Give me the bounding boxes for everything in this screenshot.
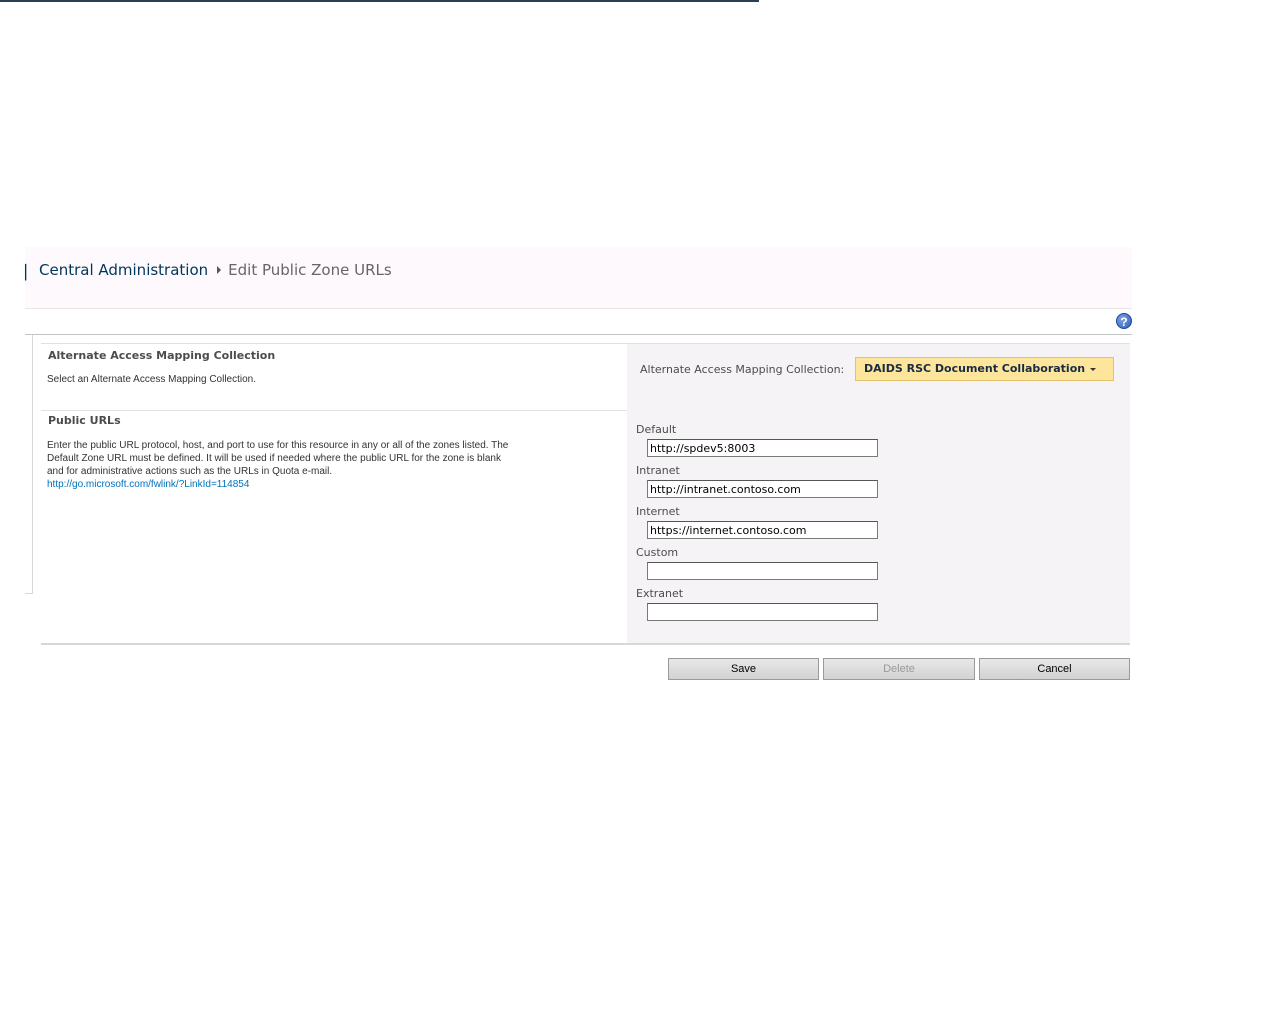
- save-button[interactable]: Save: [668, 658, 819, 680]
- internet-zone-url-input[interactable]: [647, 521, 878, 539]
- collection-selector-dropdown[interactable]: DAIDS RSC Document Collaboration: [855, 357, 1114, 381]
- help-icon[interactable]: ?: [1116, 313, 1132, 329]
- breadcrumb-central-administration-link[interactable]: Central Administration: [39, 261, 208, 279]
- collection-section: Alternate Access Mapping Collection Sele…: [41, 343, 1130, 411]
- collection-section-controls: Alternate Access Mapping Collection: DAI…: [627, 344, 1130, 410]
- public-urls-section-title: Public URLs: [48, 414, 121, 427]
- default-zone-url-input[interactable]: [647, 439, 878, 457]
- public-urls-description: Enter the public URL protocol, host, and…: [47, 439, 517, 491]
- breadcrumb: Central Administration Edit Public Zone U…: [39, 261, 392, 279]
- zone-label-default: Default: [636, 423, 677, 436]
- page-title-band: ▏ Central Administration Edit Public Zone…: [25, 247, 1132, 309]
- collection-section-title: Alternate Access Mapping Collection: [48, 349, 276, 362]
- zone-label-internet: Internet: [636, 505, 680, 518]
- left-edge-glyph: ▏: [25, 265, 36, 281]
- collection-field-label: Alternate Access Mapping Collection:: [640, 363, 845, 376]
- public-urls-description-text: Enter the public URL protocol, host, and…: [47, 440, 509, 477]
- public-urls-section: Public URLs Enter the public URL protoco…: [41, 410, 1130, 643]
- top-border-line: [0, 0, 759, 2]
- public-urls-description-area: Public URLs Enter the public URL protoco…: [41, 410, 627, 643]
- form-bottom-divider: [41, 643, 1130, 645]
- left-nav-border-end: [25, 593, 33, 594]
- breadcrumb-arrow-icon: [217, 266, 222, 274]
- zone-label-intranet: Intranet: [636, 464, 680, 477]
- public-urls-controls: Default Intranet Internet Custom Extrane…: [627, 410, 1130, 643]
- page-title: Edit Public Zone URLs: [228, 261, 392, 279]
- left-nav-border: [32, 335, 33, 593]
- toolbar-divider: [25, 334, 1132, 335]
- custom-zone-url-input[interactable]: [647, 562, 878, 580]
- collection-section-description-area: Alternate Access Mapping Collection Sele…: [41, 344, 627, 410]
- dropdown-arrow-icon: [1090, 367, 1097, 371]
- delete-button[interactable]: Delete: [823, 658, 975, 680]
- cancel-button[interactable]: Cancel: [979, 658, 1130, 680]
- public-urls-help-link[interactable]: http://go.microsoft.com/fwlink/?LinkId=1…: [47, 479, 249, 490]
- intranet-zone-url-input[interactable]: [647, 480, 878, 498]
- collection-section-description: Select an Alternate Access Mapping Colle…: [47, 374, 257, 385]
- collection-selected-value: DAIDS RSC Document Collaboration: [864, 362, 1086, 375]
- zone-label-custom: Custom: [636, 546, 679, 559]
- zone-label-extranet: Extranet: [636, 587, 684, 600]
- extranet-zone-url-input[interactable]: [647, 603, 878, 621]
